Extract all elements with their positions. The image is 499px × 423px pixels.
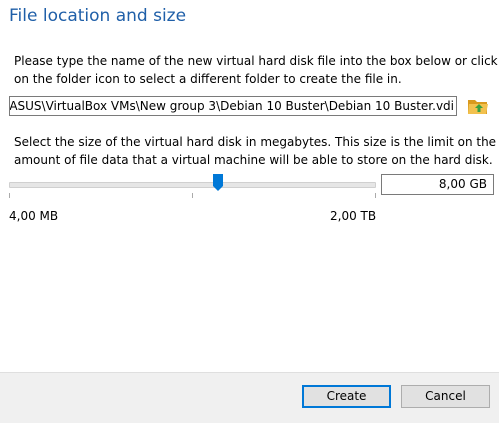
disk-size-slider-thumb[interactable] — [213, 174, 224, 191]
file-path-input[interactable]: ers\ASUS\VirtualBox VMs\New group 3\Debi… — [9, 96, 457, 116]
disk-size-input[interactable]: 8,00 GB — [381, 174, 494, 195]
slider-tick — [9, 193, 10, 198]
choose-folder-button[interactable] — [466, 94, 490, 118]
folder-open-icon — [468, 100, 488, 114]
slider-min-label: 4,00 MB — [9, 209, 59, 223]
slider-ticks — [9, 193, 376, 199]
size-instructions: Select the size of the virtual hard disk… — [14, 133, 496, 169]
size-instruction-line-1: Select the size of the virtual hard disk… — [14, 135, 497, 149]
slider-max-label: 2,00 TB — [330, 209, 377, 223]
size-instruction-line-2: amount of file data that a virtual machi… — [14, 153, 493, 167]
file-path-value: ers\ASUS\VirtualBox VMs\New group 3\Debi… — [9, 99, 454, 113]
page-title: File location and size — [9, 6, 187, 26]
create-button[interactable]: Create — [302, 385, 391, 408]
location-instruction-line-2: on the folder icon to select a different… — [14, 72, 402, 86]
cancel-button[interactable]: Cancel — [401, 385, 490, 408]
disk-size-slider-track[interactable] — [9, 182, 376, 188]
location-instructions: Please type the name of the new virtual … — [14, 52, 498, 88]
slider-tick — [375, 193, 376, 198]
slider-tick — [192, 193, 193, 198]
location-instruction-line-1: Please type the name of the new virtual … — [14, 54, 498, 68]
